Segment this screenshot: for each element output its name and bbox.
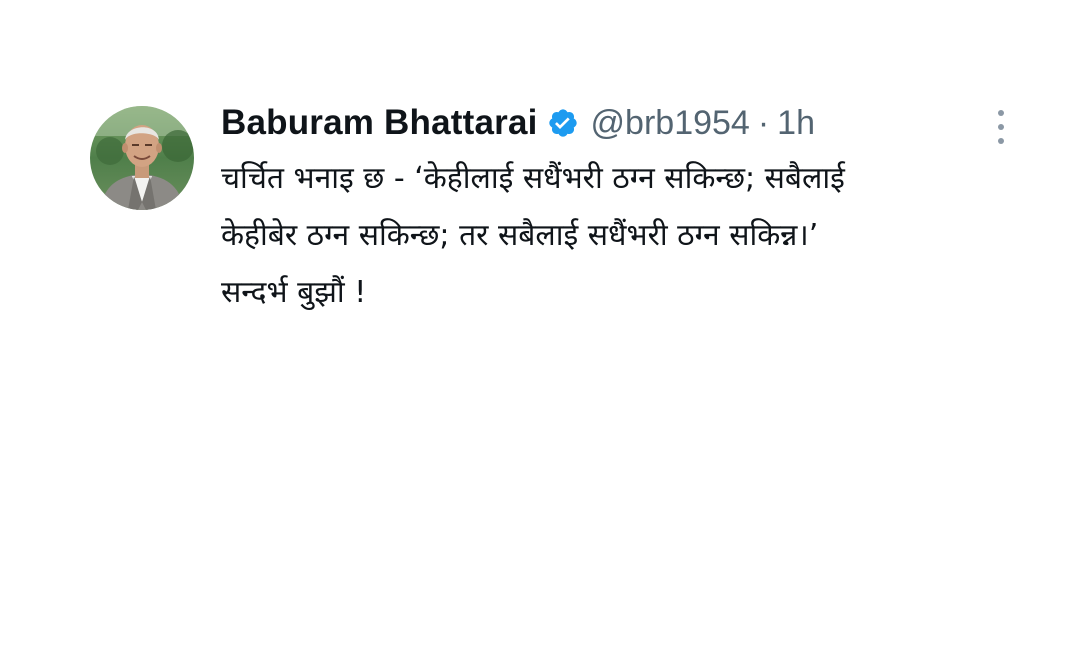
more-dot — [998, 124, 1004, 130]
more-options-icon[interactable] — [991, 110, 1011, 144]
tweet-text-line: चर्चित भनाइ छ - ‘केहीलाई सधैंभरी ठग्न सक… — [221, 161, 845, 196]
tweet-text-line: सन्दर्भ बुझौं ! — [221, 275, 367, 310]
author-handle[interactable]: @brb1954 — [591, 104, 750, 143]
timestamp[interactable]: 1h — [777, 104, 815, 143]
tweet-text: चर्चित भनाइ छ - ‘केहीलाई सधैंभरी ठग्न सक… — [221, 150, 1011, 321]
avatar[interactable] — [90, 106, 194, 210]
tweet[interactable]: Baburam Bhattarai @brb1954 · 1h चर्चित भ… — [0, 0, 1079, 659]
verified-badge-icon — [547, 107, 579, 139]
tweet-header: Baburam Bhattarai @brb1954 · 1h — [221, 100, 815, 146]
avatar-image — [90, 106, 194, 210]
tweet-text-line: केहीबेर ठग्न सकिन्छ; तर सबैलाई सधैंभरी ठ… — [221, 218, 819, 253]
separator-dot: · — [757, 103, 770, 142]
more-dot — [998, 110, 1004, 116]
more-dot — [998, 138, 1004, 144]
display-name[interactable]: Baburam Bhattarai — [221, 103, 538, 143]
